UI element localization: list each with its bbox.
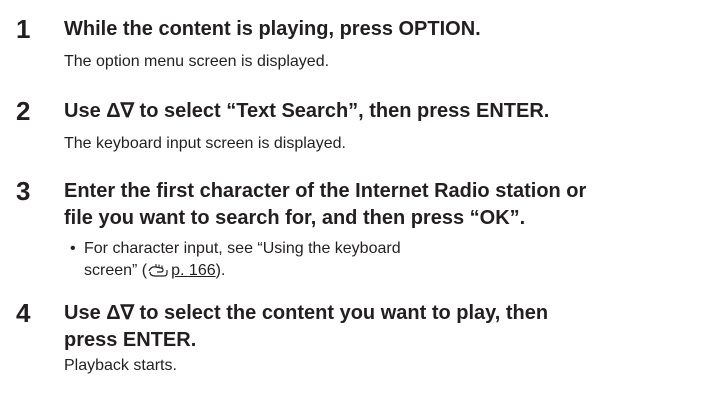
step-number: 3 bbox=[16, 176, 31, 206]
step-description: Playback starts. bbox=[64, 357, 177, 374]
step-description: The keyboard input screen is displayed. bbox=[64, 135, 346, 152]
step-number: 2 bbox=[16, 96, 31, 126]
bullet-dot: • bbox=[70, 240, 76, 257]
step-title: Use Δ∇ to select “Text Search”, then pre… bbox=[64, 100, 550, 122]
step-number: 1 bbox=[16, 14, 31, 44]
step-title-line: Enter the first character of the Interne… bbox=[64, 180, 587, 202]
page-reference-link[interactable]: p. 166 bbox=[171, 262, 215, 279]
step-title-line: file you want to search for, and then pr… bbox=[64, 207, 526, 229]
step-description: The option menu screen is displayed. bbox=[64, 53, 330, 70]
bullet-item: • For character input, see “Using the ke… bbox=[70, 238, 401, 285]
bullet-text-line-start: screen” ( bbox=[84, 262, 148, 279]
page-reference-icon bbox=[147, 262, 169, 285]
step-number: 4 bbox=[16, 298, 31, 328]
step-title-line: Use Δ∇ to select the content you want to… bbox=[64, 302, 549, 324]
step-title-line: press ENTER. bbox=[64, 329, 197, 351]
step-title: While the content is playing, press OPTI… bbox=[64, 18, 481, 40]
bullet-text: For character input, see “Using the keyb… bbox=[70, 238, 401, 285]
bullet-text-line-end: ). bbox=[215, 262, 226, 279]
step-title: Use Δ∇ to select the content you want to… bbox=[64, 300, 696, 354]
page-reference[interactable]: p. 166 bbox=[147, 260, 216, 285]
bullet-text-line: For character input, see “Using the keyb… bbox=[84, 240, 401, 257]
step-title: Enter the first character of the Interne… bbox=[64, 178, 696, 232]
